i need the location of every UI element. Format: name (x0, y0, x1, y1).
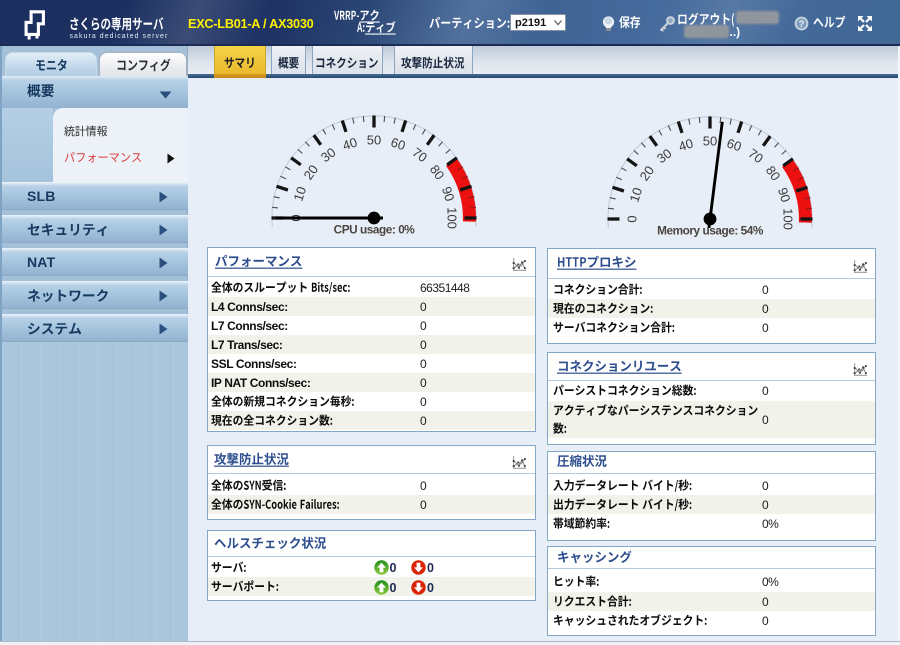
svg-text:50: 50 (367, 133, 381, 148)
svg-text:CPU usage: 0%: CPU usage: 0% (334, 223, 416, 237)
svg-text:80: 80 (427, 162, 448, 183)
svg-text:?: ? (799, 19, 805, 30)
svg-text:100: 100 (781, 208, 796, 230)
svg-text:40: 40 (341, 134, 359, 153)
svg-text:70: 70 (746, 146, 767, 167)
svg-text:10: 10 (290, 185, 309, 203)
svg-text:10: 10 (626, 186, 645, 204)
svg-text:60: 60 (725, 135, 743, 154)
svg-text:50: 50 (703, 134, 717, 149)
svg-text:100: 100 (445, 207, 460, 229)
svg-text:20: 20 (301, 162, 322, 183)
svg-text:30: 30 (318, 145, 339, 166)
svg-text:20: 20 (637, 163, 658, 184)
svg-text:60: 60 (389, 134, 407, 153)
svg-text:40: 40 (677, 135, 695, 154)
svg-text:90: 90 (775, 186, 794, 204)
svg-text:30: 30 (654, 146, 675, 167)
svg-text:80: 80 (763, 163, 784, 184)
svg-text:0: 0 (625, 215, 640, 222)
svg-text:90: 90 (439, 185, 458, 203)
svg-text:Memory usage: 54%: Memory usage: 54% (657, 224, 764, 238)
svg-text:70: 70 (410, 145, 431, 166)
